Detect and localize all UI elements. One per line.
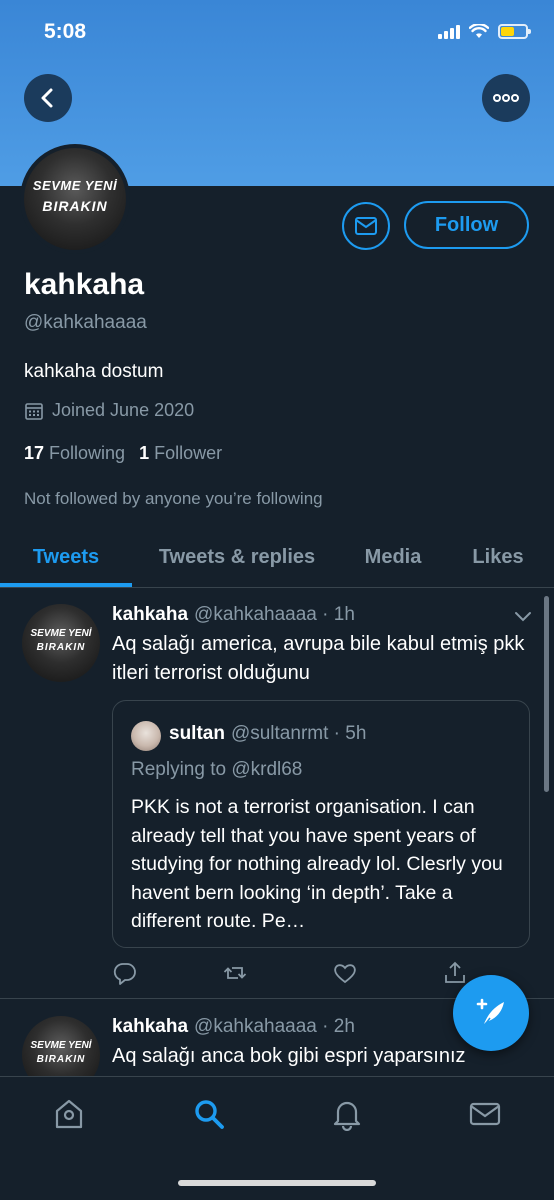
tweet-header: kahkaha @kahkahaaaa · 1h — [112, 604, 355, 626]
tab-tweets-replies[interactable]: Tweets & replies — [140, 528, 334, 586]
signal-icon — [438, 24, 460, 39]
message-button[interactable] — [342, 202, 390, 250]
quoted-tweet-header: sultan @sultanrmt · 5h — [169, 723, 366, 745]
tweet-author-name[interactable]: kahkaha — [112, 1016, 188, 1038]
replying-to: Replying to @krdl68 — [131, 759, 303, 780]
notifications-icon[interactable] — [330, 1097, 364, 1131]
retweet-icon[interactable] — [222, 960, 248, 986]
share-icon[interactable] — [442, 960, 468, 986]
home-indicator — [178, 1180, 376, 1186]
avatar-logo-text-top: SEVME YENİ — [30, 1040, 92, 1051]
compose-tweet-button[interactable] — [453, 975, 529, 1051]
avatar-logo-text-top: SEVME YENİ — [30, 628, 92, 639]
follow-counts: 17 Following 1 Follower — [24, 443, 222, 464]
profile-handle: @kahkahaaaa — [24, 312, 147, 333]
arrow-left-icon — [41, 88, 53, 108]
tab-likes[interactable]: Likes — [460, 528, 536, 586]
scrollbar[interactable] — [544, 596, 549, 792]
quoted-meta: @sultanrmt · 5h — [230, 723, 367, 744]
follow-button[interactable]: Follow — [404, 201, 529, 249]
messages-icon[interactable] — [468, 1097, 502, 1131]
tweet-actions — [112, 958, 472, 988]
tweet-author-name[interactable]: kahkaha — [112, 604, 188, 626]
profile-bio: kahkaha dostum — [24, 361, 164, 382]
tweet-meta: @kahkahaaaa · 2h — [194, 1016, 355, 1037]
avatar-logo-text-bottom: BIRAKIN — [42, 198, 108, 214]
tweet-text: Aq salağı anca bok gibi espri yaparsınız — [112, 1045, 466, 1067]
tab-media[interactable]: Media — [348, 528, 438, 586]
active-tab-indicator — [0, 583, 132, 587]
search-icon[interactable] — [192, 1097, 226, 1131]
following-link[interactable]: 17 Following — [24, 443, 125, 464]
reply-icon[interactable] — [112, 960, 138, 986]
followers-label: Follower — [154, 443, 223, 463]
home-icon[interactable] — [52, 1097, 86, 1131]
quoted-author-name: sultan — [169, 723, 225, 744]
heart-icon[interactable] — [332, 960, 358, 986]
more-dots-icon — [493, 94, 519, 102]
compose-tweet-icon — [476, 998, 504, 1027]
tweet-avatar[interactable]: SEVME YENİ BIRAKIN — [22, 604, 100, 682]
quoted-tweet-avatar — [131, 721, 161, 751]
more-button[interactable] — [482, 74, 530, 122]
joined-date: Joined June 2020 — [24, 400, 194, 421]
tweet-header: kahkaha @kahkahaaaa · 2h — [112, 1016, 355, 1038]
followers-link[interactable]: 1 Follower — [139, 443, 222, 464]
following-label: Following — [49, 443, 126, 463]
status-icons — [438, 24, 531, 39]
following-count: 17 — [24, 443, 45, 463]
profile-name: kahkaha — [24, 268, 145, 301]
avatar-logo-text-top: SEVME YENİ — [32, 178, 118, 193]
chevron-down-icon[interactable] — [512, 605, 534, 627]
joined-label: Joined June 2020 — [52, 400, 195, 420]
followers-count: 1 — [139, 443, 150, 463]
not-followed-notice: Not followed by anyone you’re following — [24, 489, 323, 508]
profile-tabs: Tweets Tweets & replies Media Likes — [0, 528, 554, 588]
quoted-tweet[interactable]: sultan @sultanrmt · 5h Replying to @krdl… — [112, 700, 530, 948]
tweet-meta: @kahkahaaaa · 1h — [194, 604, 355, 625]
profile-avatar[interactable]: SEVME YENİ BIRAKIN — [20, 144, 130, 254]
status-time: 5:08 — [44, 20, 87, 43]
tab-tweets[interactable]: Tweets — [0, 528, 132, 586]
calendar-icon — [25, 402, 43, 420]
avatar-logo-text-bottom: BIRAKIN — [36, 1054, 86, 1065]
wifi-icon — [469, 24, 489, 38]
avatar-logo-text-bottom: BIRAKIN — [36, 642, 86, 653]
back-button[interactable] — [24, 74, 72, 122]
battery-icon — [498, 24, 531, 39]
quoted-text: PKK is not a terrorist organisation. I c… — [131, 796, 503, 932]
tweet-text: Aq salağı america, avrupa bile kabul etm… — [112, 633, 525, 684]
envelope-icon — [355, 217, 377, 235]
